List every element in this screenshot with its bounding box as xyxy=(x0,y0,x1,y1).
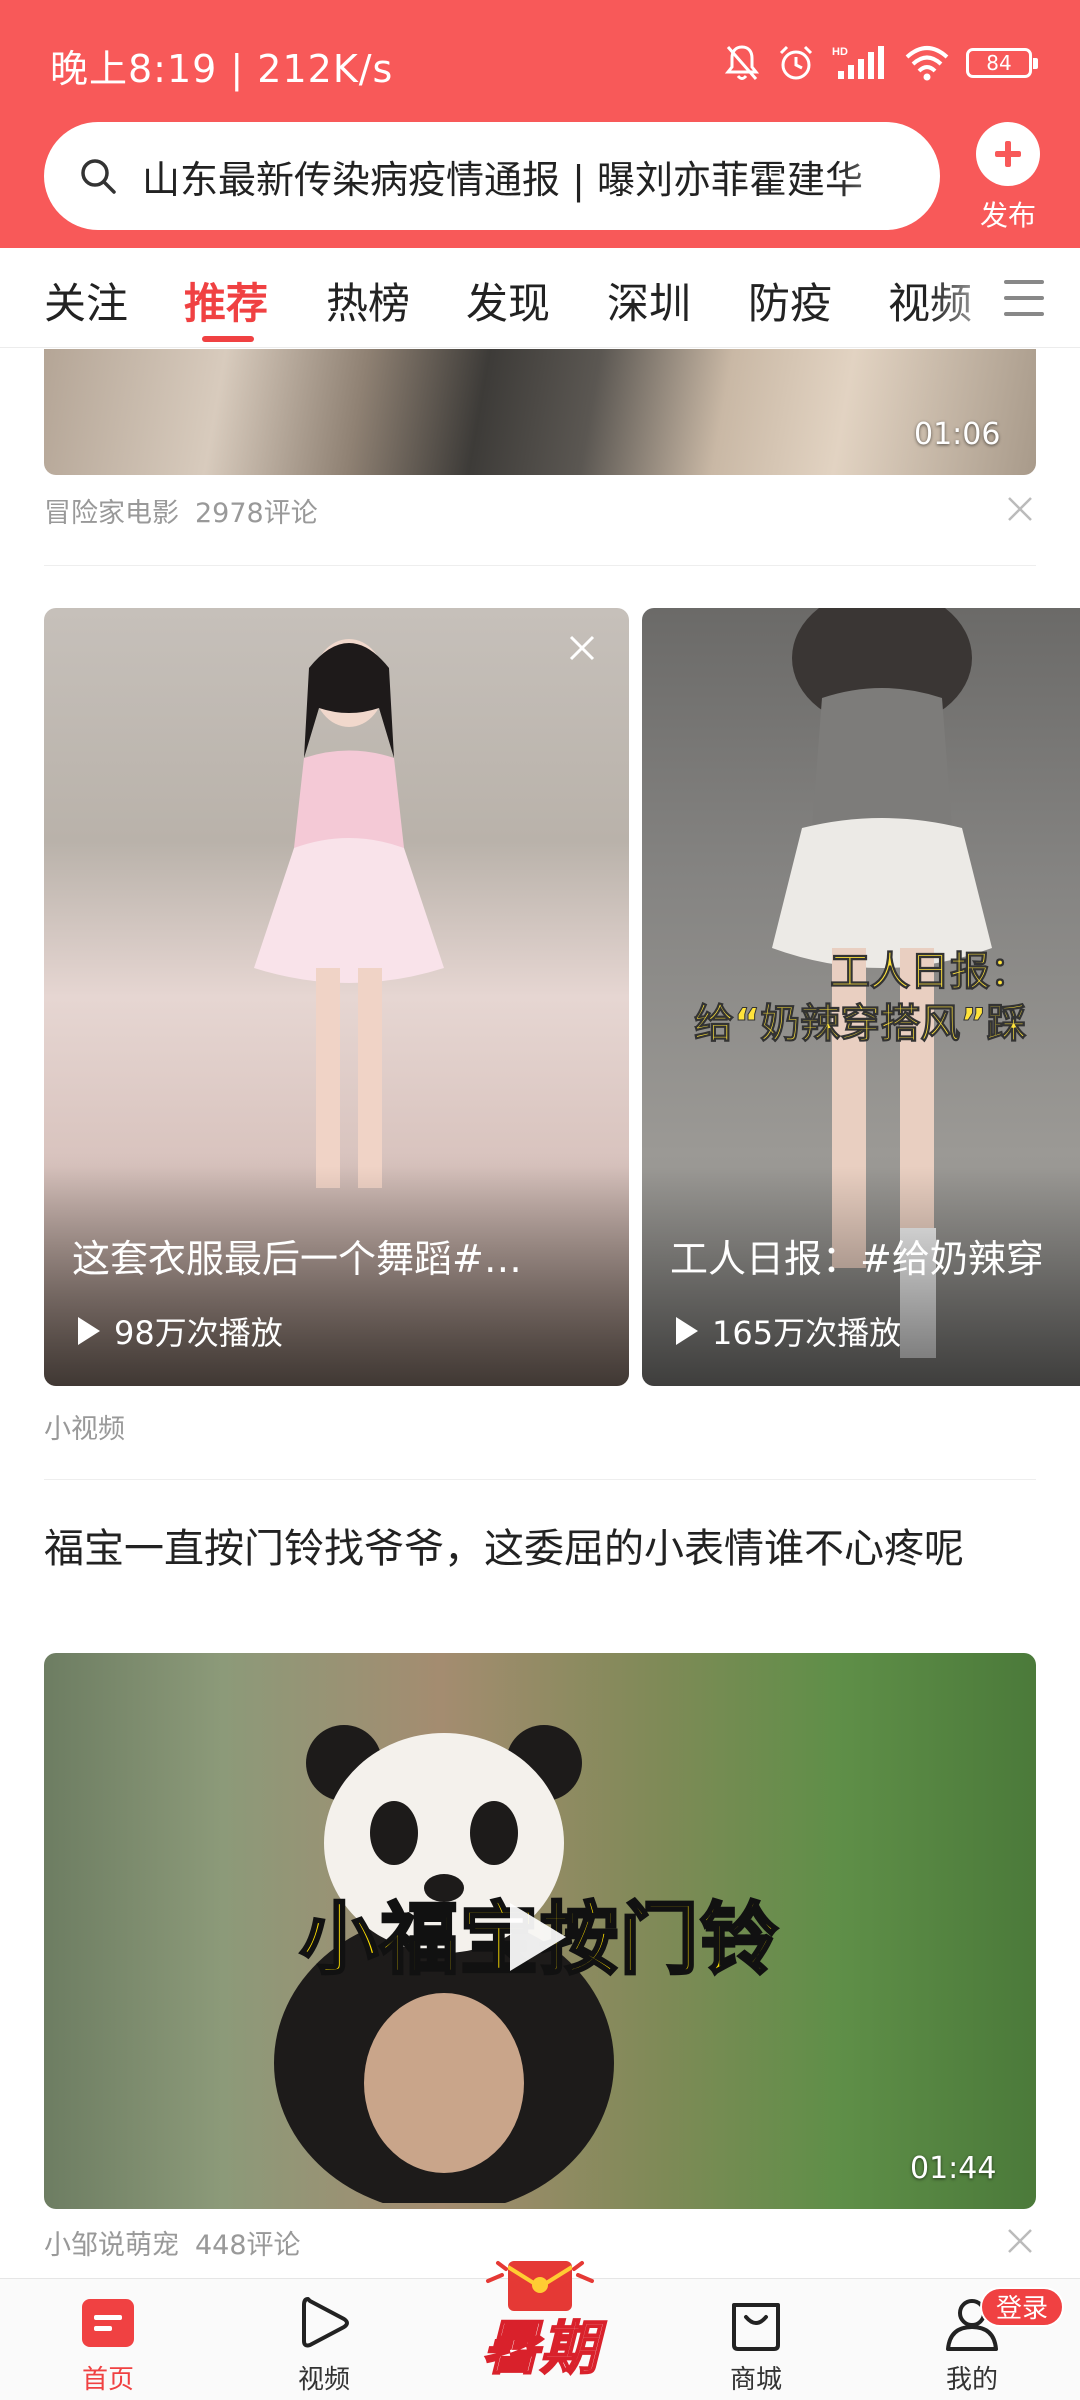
play-count-text: 98万次播放 xyxy=(114,1314,283,1352)
card-play-count: 165万次播放 xyxy=(676,1308,901,1354)
item-source[interactable]: 冒险家电影 xyxy=(44,498,179,529)
small-video-card[interactable]: 这套衣服最后一个舞蹈#… 98万次播放 xyxy=(44,608,629,1386)
svg-text:HD: HD xyxy=(832,46,848,58)
mute-bell-icon xyxy=(724,43,760,83)
home-icon xyxy=(82,2299,134,2347)
battery-icon: 84 xyxy=(966,48,1038,78)
search-hot-query[interactable]: 山东最新传染病疫情通报 | 曝刘亦菲霍建华 xyxy=(142,149,932,204)
divider xyxy=(44,1479,1036,1480)
nav-home-label: 首页 xyxy=(81,2365,134,2395)
play-icon xyxy=(676,1317,698,1345)
nav-summer-promo[interactable]: 暑期 xyxy=(460,2245,620,2395)
bottom-navigation: 首页 视频 暑期 商城 我的 登录 xyxy=(0,2261,1080,2400)
divider xyxy=(44,565,1036,566)
tab-hot-list[interactable]: 热榜 xyxy=(326,270,410,331)
item-comments: 448评论 xyxy=(195,2230,301,2261)
search-icon xyxy=(81,159,116,194)
tab-shenzhen[interactable]: 深圳 xyxy=(607,270,691,331)
shopping-bag-icon xyxy=(732,2303,780,2351)
nav-video[interactable]: 视频 xyxy=(244,2279,404,2400)
dancer-figure xyxy=(254,639,444,1188)
play-video-icon xyxy=(302,2297,349,2348)
plus-icon xyxy=(976,122,1040,186)
nav-summer-label: 暑期 xyxy=(481,2313,599,2383)
nav-video-label: 视频 xyxy=(297,2365,350,2395)
item-source[interactable]: 小邹说萌宠 xyxy=(44,2230,179,2261)
card-title: 这套衣服最后一个舞蹈#… xyxy=(72,1237,522,1281)
tab-recommend[interactable]: 推荐 xyxy=(184,270,268,331)
card-overlay-caption-line2: 给“奶辣穿搭风”踩 xyxy=(694,1001,1028,1048)
app-header: 晚上8:19 | 212K/s HD 84 山东最新传染病疫情通报 | 曝刘亦菲… xyxy=(0,0,1080,248)
article-title[interactable]: 福宝一直按门铃找爷爷，这委屈的小表情谁不心疼呢 xyxy=(44,1517,1034,1581)
tab-discover[interactable]: 发现 xyxy=(466,270,550,331)
wifi-icon xyxy=(904,43,950,83)
nav-mall-label: 商城 xyxy=(729,2365,782,2395)
news-feed: 01:06 冒险家电影 2978评论 这套衣服最后一个舞蹈#… 98万次播放 工… xyxy=(0,349,1080,2278)
play-icon xyxy=(78,1317,100,1345)
video-duration: 01:06 xyxy=(914,417,1001,452)
item-meta: 冒险家电影 2978评论 xyxy=(44,491,318,530)
battery-level: 84 xyxy=(986,51,1012,75)
alarm-icon xyxy=(776,43,816,83)
nav-profile-label: 我的 xyxy=(945,2365,998,2395)
status-icons: HD 84 xyxy=(724,40,1038,86)
tab-epidemic[interactable]: 防疫 xyxy=(748,270,832,331)
video-thumbnail[interactable]: 小福宝按门铃 01:44 xyxy=(44,1653,1036,2209)
login-badge[interactable]: 登录 xyxy=(980,2287,1065,2327)
tab-follow[interactable]: 关注 xyxy=(44,270,128,331)
active-tab-indicator xyxy=(202,336,254,342)
dislike-close-icon[interactable] xyxy=(1006,495,1034,523)
card-overlay-caption-line1: 工人日报： xyxy=(830,949,1031,996)
video-thumbnail[interactable]: 01:06 xyxy=(44,349,1036,475)
channel-tabs: 关注 推荐 热榜 发现 深圳 防疫 视频 xyxy=(0,248,1080,348)
search-bar[interactable]: 山东最新传染病疫情通报 | 曝刘亦菲霍建华 xyxy=(44,122,940,230)
status-time: 晚上8:19 | 212K/s xyxy=(50,47,394,91)
small-video-card[interactable]: 工人日报： 给“奶辣穿搭风”踩 工人日报：#给奶辣穿 165万次播放 xyxy=(642,608,1080,1386)
play-icon[interactable] xyxy=(510,1903,566,1971)
play-count-text: 165万次播放 xyxy=(712,1314,902,1352)
item-comments: 2978评论 xyxy=(195,498,318,529)
video-duration: 01:44 xyxy=(910,2151,997,2186)
channel-menu-icon[interactable] xyxy=(1004,278,1044,318)
nav-home[interactable]: 首页 xyxy=(28,2279,188,2400)
status-bar: 晚上8:19 | 212K/s HD 84 xyxy=(0,0,1080,120)
card-title: 工人日报：#给奶辣穿 xyxy=(670,1237,1044,1281)
item-meta: 小邹说萌宠 448评论 xyxy=(44,2223,301,2262)
nav-mall[interactable]: 商城 xyxy=(676,2279,836,2400)
dislike-close-icon[interactable] xyxy=(1006,2227,1034,2255)
card-close-icon[interactable] xyxy=(568,634,596,662)
small-video-label: 小视频 xyxy=(44,1414,125,1445)
card-play-count: 98万次播放 xyxy=(78,1308,283,1354)
publish-label: 发布 xyxy=(979,199,1036,232)
publish-button[interactable]: 发布 xyxy=(968,122,1048,234)
signal-hd-icon: HD xyxy=(832,43,888,83)
